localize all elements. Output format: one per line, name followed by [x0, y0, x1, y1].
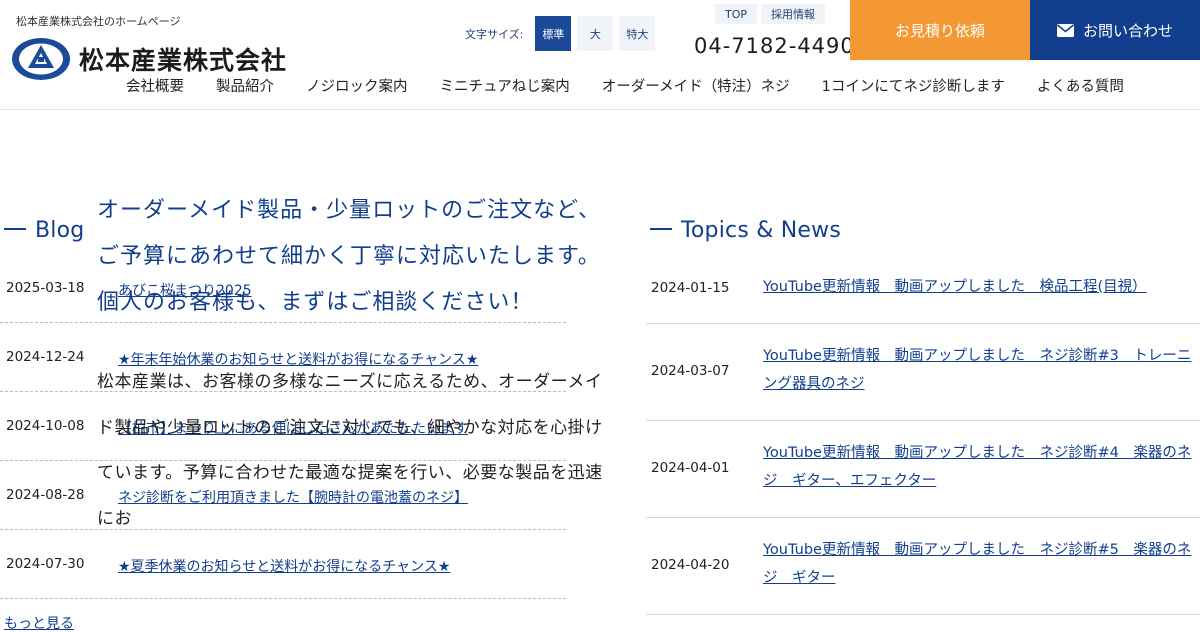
nav-item-nojilock[interactable]: ノジロック案内	[306, 75, 408, 96]
nav-item-custom-screws[interactable]: オーダーメイド（特注）ネジ	[602, 75, 790, 96]
topics-list: 2024-01-15 YouTube更新情報 動画アップしました 検品工程(目視…	[646, 256, 1200, 615]
topic-date: 2024-01-15	[651, 280, 730, 296]
recruit-link[interactable]: 採用情報	[761, 4, 826, 24]
nav-item-faq[interactable]: よくある質問	[1037, 75, 1124, 96]
topic-link[interactable]: YouTube更新情報 動画アップしました ネジ診断#5 楽器のネジ ギター	[763, 536, 1200, 592]
company-logo-mark-icon	[12, 38, 70, 80]
utility-links: TOP 採用情報	[715, 4, 829, 24]
blog-date: 2024-12-24	[6, 349, 85, 365]
site-tagline: 松本産業株式会社のホームページ	[16, 15, 181, 28]
nav-item-company[interactable]: 会社概要	[126, 75, 184, 96]
topic-date: 2024-03-07	[651, 363, 730, 379]
list-item: 2024-01-15 YouTube更新情報 動画アップしました 検品工程(目視…	[646, 256, 1200, 324]
font-size-large-button[interactable]: 大	[577, 16, 614, 51]
topic-date: 2024-04-01	[651, 460, 730, 476]
estimate-request-button[interactable]: お見積り依頼	[850, 0, 1030, 60]
topics-section-title: Topics & News	[650, 218, 841, 243]
phone-number[interactable]: 04-7182-4490	[694, 34, 855, 58]
blog-section-title: Blog	[4, 218, 84, 243]
list-item: 2024-04-20 YouTube更新情報 動画アップしました ネジ診断#5 …	[646, 518, 1200, 615]
nav-item-products[interactable]: 製品紹介	[216, 75, 274, 96]
estimate-request-label: お見積り依頼	[894, 21, 985, 40]
contact-label: お問い合わせ	[1082, 21, 1173, 40]
intro-overlay: オーダーメイド製品・少量ロットのご注文など、ご予算にあわせて細かく丁寧に対応いた…	[97, 188, 607, 542]
blog-date: 2025-03-18	[6, 280, 85, 296]
blog-date: 2024-10-08	[6, 418, 85, 434]
top-link[interactable]: TOP	[715, 4, 758, 24]
font-size-xlarge-button[interactable]: 特大	[619, 16, 656, 51]
intro-heading: オーダーメイド製品・少量ロットのご注文など、ご予算にあわせて細かく丁寧に対応いた…	[97, 198, 602, 315]
nav-item-screw-diagnosis[interactable]: 1コインにてネジ診断します	[822, 75, 1005, 96]
blog-date: 2024-08-28	[6, 487, 85, 503]
global-nav: 会社概要 製品紹介 ノジロック案内 ミニチュアねじ案内 オーダーメイド（特注）ネ…	[126, 75, 1156, 96]
blog-more-link[interactable]: もっと見る	[4, 613, 74, 632]
company-name: 松本産業株式会社	[79, 46, 288, 75]
site-header: 松本産業株式会社のホームページ 松本産業株式会社 文字サイズ: 標準 大 特大 …	[0, 0, 1200, 110]
topic-date: 2024-04-20	[651, 557, 730, 573]
topic-link[interactable]: YouTube更新情報 動画アップしました ネジ診断#4 楽器のネジ ギター、エ…	[763, 439, 1200, 495]
topic-link[interactable]: YouTube更新情報 動画アップしました ネジ診断#3 トレーニング器具のネジ	[763, 342, 1200, 398]
contact-button[interactable]: お問い合わせ	[1030, 0, 1200, 60]
font-size-label: 文字サイズ:	[465, 27, 524, 41]
blog-date: 2024-07-30	[6, 556, 85, 572]
font-size-switcher: 文字サイズ: 標準 大 特大	[465, 16, 656, 51]
mail-icon	[1056, 23, 1074, 37]
topic-link[interactable]: YouTube更新情報 動画アップしました 検品工程(目視）	[763, 273, 1200, 301]
nav-item-miniature-screws[interactable]: ミニチュアねじ案内	[440, 75, 570, 96]
blog-link[interactable]: ★夏季休業のお知らせと送料がお得になるチャンス★	[118, 556, 450, 576]
list-item: 2024-04-01 YouTube更新情報 動画アップしました ネジ診断#4 …	[646, 421, 1200, 518]
list-item: 2024-03-07 YouTube更新情報 動画アップしました ネジ診断#3 …	[646, 324, 1200, 421]
intro-body: 松本産業は、お客様の多様なニーズに応えるため、オーダーメイド製品や少量ロットのご…	[97, 372, 603, 529]
font-size-standard-button[interactable]: 標準	[535, 16, 572, 51]
